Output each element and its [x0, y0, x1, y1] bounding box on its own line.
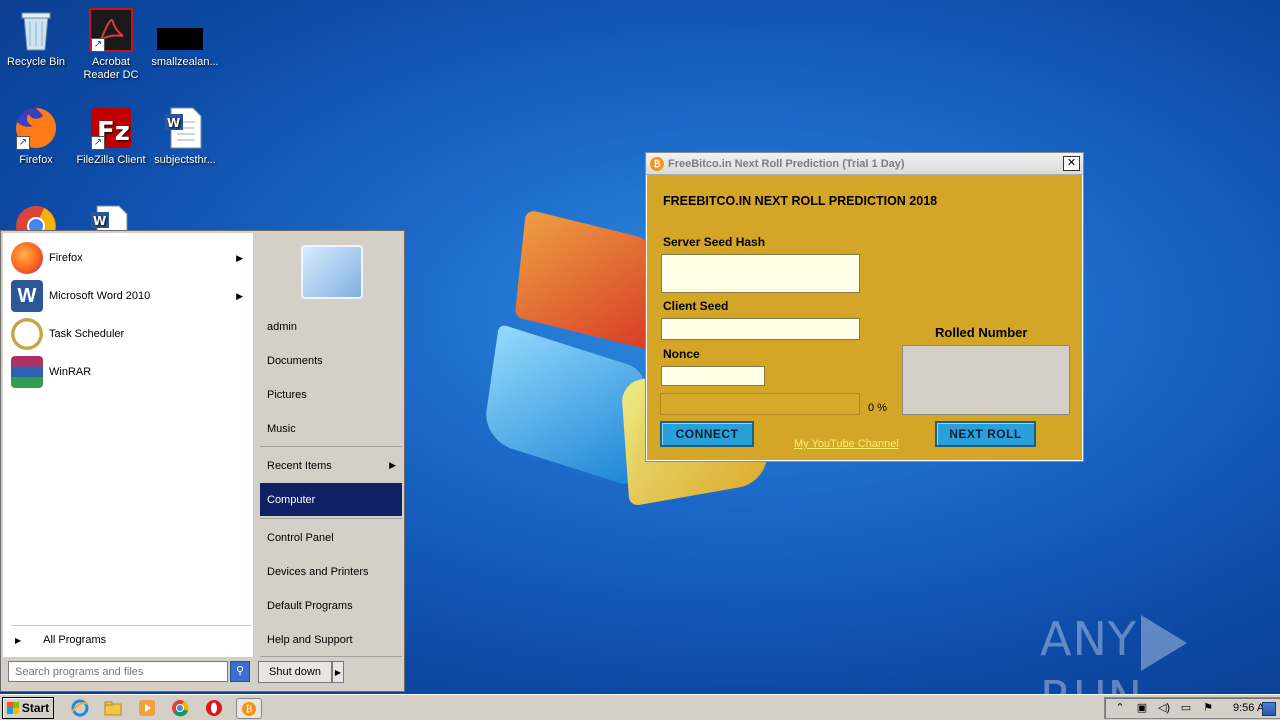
start-menu-programs-pane: Firefox ▶ W Microsoft Word 2010 ▶ Task S… [3, 233, 253, 657]
start-item-word[interactable]: W Microsoft Word 2010 ▶ [11, 279, 251, 313]
start-menu-places-pane: admin Documents Pictures Music Recent It… [256, 233, 404, 689]
user-picture[interactable] [301, 245, 363, 299]
separator [260, 446, 402, 447]
youtube-channel-link[interactable]: My YouTube Channel [794, 438, 899, 450]
client-seed-label: Client Seed [663, 299, 729, 313]
recycle-bin-icon [14, 8, 58, 52]
connect-button[interactable]: CONNECT [660, 421, 754, 447]
desktop-icon-recycle-bin[interactable]: Recycle Bin [0, 8, 74, 69]
nonce-input[interactable] [661, 366, 765, 386]
submenu-arrow-icon: ▶ [236, 252, 243, 263]
submenu-arrow-icon: ▶ [389, 460, 396, 470]
all-programs[interactable]: ▶ All Programs [3, 629, 253, 651]
rolled-number-label: Rolled Number [935, 325, 1028, 340]
desktop-icon-subjectsthr[interactable]: W subjectsthr... [147, 106, 223, 167]
submenu-arrow-icon: ▶ [236, 290, 243, 301]
start-item-devices-printers[interactable]: Devices and Printers [260, 555, 402, 588]
progress-bar [660, 393, 860, 415]
shutdown-options-button[interactable]: ▶ [332, 661, 344, 683]
opera-icon[interactable] [204, 698, 224, 718]
start-item-documents[interactable]: Documents [260, 344, 402, 377]
start-button[interactable]: Start [2, 697, 54, 719]
file-explorer-icon[interactable] [103, 698, 123, 718]
app-heading: FREEBITCO.IN NEXT ROLL PREDICTION 2018 [663, 194, 938, 208]
volume-icon[interactable]: ◁) [1157, 701, 1171, 715]
start-item-firefox[interactable]: Firefox ▶ [11, 241, 251, 275]
desktop-icon-acrobat[interactable]: ↗ Acrobat Reader DC [73, 8, 149, 82]
server-seed-label: Server Seed Hash [663, 235, 766, 249]
taskbar: Start ₿ ⌃ ▣ ◁) ▭ ⚑ 9:56 AM [0, 694, 1280, 720]
shortcut-arrow-icon: ↗ [91, 38, 105, 52]
shortcut-arrow-icon: ↗ [16, 136, 30, 150]
network-icon[interactable]: ▣ [1135, 701, 1149, 715]
windows-logo-red [514, 209, 666, 351]
winrar-icon [11, 356, 43, 388]
internet-explorer-icon[interactable] [70, 698, 90, 718]
firefox-icon [11, 242, 43, 274]
next-roll-button[interactable]: NEXT ROLL [935, 421, 1036, 447]
start-item-pictures[interactable]: Pictures [260, 378, 402, 411]
shutdown-button[interactable]: Shut down [258, 661, 332, 683]
windows-logo-icon [6, 702, 19, 714]
display-icon[interactable]: ▭ [1179, 701, 1193, 715]
separator [11, 625, 251, 626]
start-menu: Firefox ▶ W Microsoft Word 2010 ▶ Task S… [0, 230, 405, 692]
chevron-right-icon: ▶ [334, 667, 342, 677]
start-item-computer[interactable]: Computer [260, 483, 402, 516]
clock-icon [11, 318, 43, 350]
bitcoin-icon: ₿ [650, 156, 664, 171]
close-button[interactable]: ✕ [1063, 156, 1080, 171]
expand-arrow-icon: ▶ [15, 635, 22, 645]
black-file-icon [157, 8, 207, 52]
window-titlebar[interactable]: ₿ FreeBitco.in Next Roll Prediction (Tri… [646, 153, 1083, 175]
firefox-icon: ↗ [14, 106, 58, 150]
bitcoin-app-taskbar-button[interactable]: ₿ [236, 698, 262, 719]
acrobat-icon: ↗ [89, 8, 133, 52]
start-item-music[interactable]: Music [260, 412, 402, 445]
show-desktop-button[interactable] [1262, 702, 1276, 716]
search-icon[interactable]: ⚲ [230, 661, 250, 682]
separator [260, 518, 402, 519]
search-input[interactable] [8, 661, 228, 682]
action-center-flag-icon[interactable]: ⚑ [1201, 701, 1215, 715]
svg-text:W: W [93, 214, 106, 228]
start-item-admin[interactable]: admin [260, 310, 402, 343]
media-player-icon[interactable] [137, 698, 157, 718]
start-item-winrar[interactable]: WinRAR [11, 355, 251, 389]
start-item-default-programs[interactable]: Default Programs [260, 589, 402, 622]
start-item-recent-items[interactable]: Recent Items ▶ [260, 449, 402, 482]
chrome-icon[interactable] [170, 698, 190, 718]
word-icon: W [11, 280, 43, 312]
svg-text:W: W [167, 116, 180, 130]
start-item-control-panel[interactable]: Control Panel [260, 521, 402, 554]
desktop-icon-firefox[interactable]: ↗ Firefox [0, 106, 74, 167]
separator [260, 656, 402, 657]
start-item-help-support[interactable]: Help and Support [260, 623, 402, 656]
start-item-task-scheduler[interactable]: Task Scheduler [11, 317, 251, 351]
desktop-icon-filezilla[interactable]: Fz ↗ FileZilla Client [73, 106, 149, 167]
filezilla-icon: Fz ↗ [89, 106, 133, 150]
system-tray: ⌃ ▣ ◁) ▭ ⚑ 9:56 AM [1104, 697, 1280, 719]
progress-percent: 0 % [868, 402, 887, 414]
shortcut-arrow-icon: ↗ [91, 136, 105, 150]
word-doc-icon: W [163, 106, 207, 150]
desktop-icon-smallzealan[interactable]: smallzealan... [147, 8, 223, 69]
nonce-label: Nonce [663, 347, 700, 361]
rolled-number-display [902, 345, 1070, 415]
server-seed-input[interactable] [661, 254, 860, 293]
show-hidden-icons-icon[interactable]: ⌃ [1113, 701, 1127, 715]
client-seed-input[interactable] [661, 318, 860, 340]
bitcoin-icon: ₿ [242, 702, 256, 716]
prediction-app-window: ₿ FreeBitco.in Next Roll Prediction (Tri… [645, 152, 1084, 462]
anyrun-watermark: ANYRUN [1040, 612, 1280, 694]
